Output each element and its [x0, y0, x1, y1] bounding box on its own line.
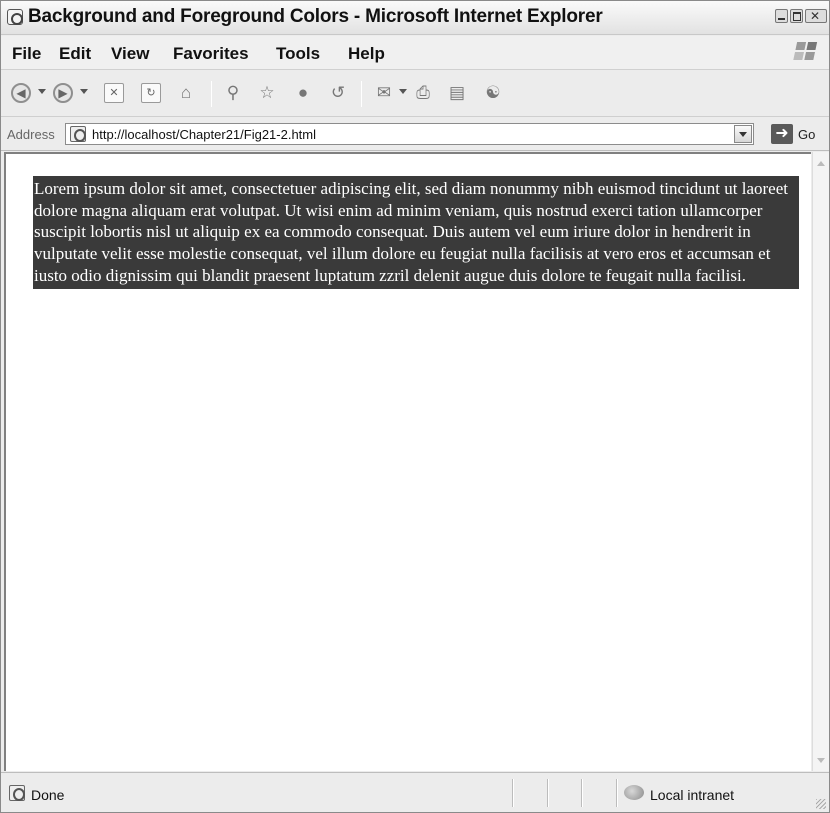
ie-icon: [7, 9, 23, 25]
menu-bar: File Edit View Favorites Tools Help: [1, 36, 829, 70]
media-icon[interactable]: ●: [293, 83, 313, 103]
scroll-down-icon[interactable]: [813, 752, 829, 769]
messenger-icon[interactable]: ☯: [483, 83, 503, 103]
address-url[interactable]: http://localhost/Chapter21/Fig21-2.html: [92, 127, 316, 142]
address-dropdown-icon[interactable]: [734, 125, 752, 143]
back-dropdown-icon[interactable]: [38, 89, 46, 94]
menu-tools[interactable]: Tools: [276, 44, 320, 64]
status-pane: [581, 779, 583, 807]
search-icon[interactable]: ⚲: [223, 83, 243, 103]
address-bar: Address http://localhost/Chapter21/Fig21…: [1, 118, 829, 151]
favorites-icon[interactable]: ☆: [257, 83, 277, 103]
status-text: Done: [31, 787, 65, 803]
toolbar: ◀ ▶ ✕ ↻ ⌂ ⚲ ☆ ● ↺ ✉ ⎙ ▤ ☯: [1, 71, 829, 117]
mail-dropdown-icon[interactable]: [399, 89, 407, 94]
page-icon: [70, 126, 86, 142]
refresh-icon[interactable]: ↻: [141, 83, 161, 103]
back-icon[interactable]: ◀: [11, 83, 31, 103]
browser-window: Background and Foreground Colors - Micro…: [0, 0, 830, 813]
intranet-zone-icon: [624, 785, 644, 800]
status-pane: [512, 779, 514, 807]
menu-view[interactable]: View: [111, 44, 149, 64]
status-pane: [616, 779, 618, 807]
page-content: Lorem ipsum dolor sit amet, consectetuer…: [4, 152, 811, 771]
forward-icon[interactable]: ▶: [53, 83, 73, 103]
go-arrow-icon[interactable]: ➜: [771, 124, 793, 144]
mail-icon[interactable]: ✉: [374, 83, 394, 103]
vertical-scrollbar[interactable]: [812, 152, 829, 771]
close-button[interactable]: [805, 9, 827, 23]
status-bar: Done Local intranet: [1, 772, 829, 812]
go-button[interactable]: Go: [798, 127, 815, 142]
toolbar-separator: [211, 81, 212, 107]
toolbar-separator: [361, 81, 362, 107]
home-icon[interactable]: ⌂: [176, 83, 196, 103]
menu-favorites[interactable]: Favorites: [173, 44, 249, 64]
window-title: Background and Foreground Colors - Micro…: [28, 6, 603, 27]
minimize-button[interactable]: [775, 9, 788, 23]
stop-icon[interactable]: ✕: [104, 83, 124, 103]
status-pane: [547, 779, 549, 807]
address-input[interactable]: http://localhost/Chapter21/Fig21-2.html: [65, 123, 754, 145]
maximize-button[interactable]: [790, 9, 803, 23]
colored-paragraph: Lorem ipsum dolor sit amet, consectetuer…: [33, 176, 799, 289]
title-bar[interactable]: Background and Foreground Colors - Micro…: [1, 1, 829, 35]
history-icon[interactable]: ↺: [328, 83, 348, 103]
security-zone-label: Local intranet: [650, 787, 735, 803]
edit-icon[interactable]: ▤: [447, 83, 467, 103]
page-done-icon: [9, 785, 25, 801]
windows-logo-icon: [793, 42, 819, 62]
menu-help[interactable]: Help: [348, 44, 385, 64]
menu-edit[interactable]: Edit: [59, 44, 91, 64]
print-icon[interactable]: ⎙: [413, 83, 433, 103]
address-label: Address: [7, 127, 55, 142]
menu-file[interactable]: File: [12, 44, 41, 64]
scroll-up-icon[interactable]: [813, 154, 829, 171]
resize-grip-icon[interactable]: [816, 799, 826, 809]
forward-dropdown-icon[interactable]: [80, 89, 88, 94]
